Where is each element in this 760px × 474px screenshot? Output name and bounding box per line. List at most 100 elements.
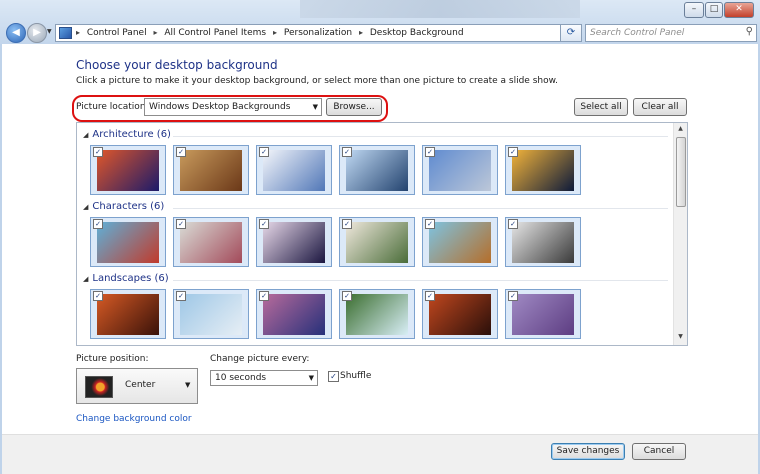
thumbnail-checkbox[interactable]: ✓ (425, 291, 435, 301)
wallpaper-thumbnail[interactable]: ✓ (90, 289, 166, 339)
thumbnail-checkbox[interactable]: ✓ (508, 147, 518, 157)
wallpaper-gallery: ◢ Architecture (6) ✓ ✓ ✓ ✓ ✓ ✓ ◢ Characters (6) ✓ ✓… (76, 122, 688, 346)
thumbnail-checkbox[interactable]: ✓ (176, 291, 186, 301)
search-field[interactable]: Search Control Panel ⚲ (585, 24, 757, 42)
picture-position-label: Picture position: (76, 354, 149, 364)
shuffle-checkbox[interactable]: ✓ (328, 371, 339, 382)
wallpaper-image (263, 222, 325, 263)
wallpaper-thumbnail[interactable]: ✓ (256, 145, 332, 195)
wallpaper-thumbnail[interactable]: ✓ (339, 217, 415, 267)
picture-location-label: Picture location: (76, 102, 149, 112)
chevron-down-icon: ▼ (312, 103, 318, 111)
thumbnail-checkbox[interactable]: ✓ (93, 219, 103, 229)
picture-location-select[interactable]: Windows Desktop Backgrounds ▼ (144, 98, 322, 116)
wallpaper-thumbnail[interactable]: ✓ (339, 289, 415, 339)
close-button[interactable]: ✕ (724, 2, 754, 18)
thumbnail-checkbox[interactable]: ✓ (342, 219, 352, 229)
refresh-icon[interactable]: ⟳ (560, 24, 582, 42)
recent-pages-icon[interactable]: ▼ (47, 28, 52, 35)
save-changes-button[interactable]: Save changes (551, 443, 625, 460)
thumbnail-checkbox[interactable]: ✓ (93, 147, 103, 157)
picture-position-value: Center (125, 380, 156, 390)
chevron-down-icon: ▼ (308, 374, 314, 382)
wallpaper-thumbnail[interactable]: ✓ (256, 289, 332, 339)
address-bar[interactable]: ▸ Control Panel ▸ All Control Panel Item… (55, 24, 577, 42)
group-header[interactable]: ◢ Characters (6) (83, 201, 164, 212)
breadcrumb-control-panel[interactable]: Control Panel (87, 28, 147, 38)
wallpaper-thumbnail[interactable]: ✓ (173, 217, 249, 267)
select-all-button[interactable]: Select all (574, 98, 628, 116)
search-placeholder: Search Control Panel (590, 28, 685, 38)
forward-button[interactable]: ▶ (27, 23, 47, 43)
change-interval-label: Change picture every: (210, 354, 310, 364)
wallpaper-image (180, 222, 242, 263)
group-label: Landscapes (6) (92, 273, 169, 284)
thumbnail-checkbox[interactable]: ✓ (425, 219, 435, 229)
breadcrumb: ▸ Control Panel ▸ All Control Panel Item… (76, 28, 464, 38)
wallpaper-thumbnail[interactable]: ✓ (173, 289, 249, 339)
wallpaper-image (429, 222, 491, 263)
picture-position-select[interactable]: Center ▼ (76, 368, 198, 404)
cancel-button[interactable]: Cancel (632, 443, 686, 460)
thumbnail-checkbox[interactable]: ✓ (93, 291, 103, 301)
wallpaper-image (346, 294, 408, 335)
change-interval-select[interactable]: 10 seconds ▼ (210, 370, 318, 386)
group-divider (173, 136, 668, 137)
wallpaper-image (97, 294, 159, 335)
group-divider (173, 280, 668, 281)
wallpaper-image (512, 294, 574, 335)
scroll-up-icon[interactable]: ▲ (674, 125, 687, 132)
breadcrumb-all-items[interactable]: All Control Panel Items (164, 28, 266, 38)
wallpaper-thumbnail[interactable]: ✓ (422, 289, 498, 339)
window-chrome: – □ ✕ ◀ ▶ ▼ ▸ Control Panel ▸ All Contro… (0, 0, 760, 44)
wallpaper-thumbnail[interactable]: ✓ (90, 217, 166, 267)
wallpaper-thumbnail[interactable]: ✓ (505, 145, 581, 195)
back-button[interactable]: ◀ (6, 23, 26, 43)
wallpaper-image (429, 150, 491, 191)
thumbnail-checkbox[interactable]: ✓ (508, 219, 518, 229)
breadcrumb-personalization[interactable]: Personalization (284, 28, 352, 38)
scroll-down-icon[interactable]: ▼ (674, 333, 687, 340)
collapse-icon[interactable]: ◢ (83, 275, 88, 283)
thumbnail-checkbox[interactable]: ✓ (342, 291, 352, 301)
group-header[interactable]: ◢ Landscapes (6) (83, 273, 169, 284)
thumbnail-checkbox[interactable]: ✓ (176, 147, 186, 157)
browse-button[interactable]: Browse... (326, 98, 382, 116)
title-bar-blur (300, 0, 580, 18)
search-icon[interactable]: ⚲ (746, 26, 753, 37)
thumbnail-checkbox[interactable]: ✓ (342, 147, 352, 157)
scrollbar-thumb[interactable] (676, 137, 686, 207)
content-pane: Choose your desktop background Click a p… (2, 44, 758, 434)
thumbnail-checkbox[interactable]: ✓ (176, 219, 186, 229)
group-label: Architecture (6) (92, 129, 171, 140)
clear-all-button[interactable]: Clear all (633, 98, 687, 116)
wallpaper-thumbnail[interactable]: ✓ (256, 217, 332, 267)
wallpaper-thumbnail[interactable]: ✓ (90, 145, 166, 195)
wallpaper-image (180, 294, 242, 335)
group-header[interactable]: ◢ Architecture (6) (83, 129, 171, 140)
thumbnail-checkbox[interactable]: ✓ (508, 291, 518, 301)
wallpaper-thumbnail[interactable]: ✓ (505, 289, 581, 339)
maximize-button[interactable]: □ (705, 2, 723, 18)
wallpaper-thumbnail[interactable]: ✓ (505, 217, 581, 267)
thumbnail-checkbox[interactable]: ✓ (425, 147, 435, 157)
collapse-icon[interactable]: ◢ (83, 203, 88, 211)
change-background-color-link[interactable]: Change background color (76, 414, 192, 424)
wallpaper-thumbnail[interactable]: ✓ (173, 145, 249, 195)
wallpaper-image (512, 150, 574, 191)
breadcrumb-desktop-background[interactable]: Desktop Background (370, 28, 464, 38)
control-panel-icon (59, 27, 72, 39)
shuffle-label[interactable]: Shuffle (340, 371, 371, 381)
wallpaper-image (429, 294, 491, 335)
wallpaper-image (512, 222, 574, 263)
thumbnail-checkbox[interactable]: ✓ (259, 219, 269, 229)
gallery-scrollbar[interactable]: ▲ ▼ (673, 123, 687, 345)
wallpaper-thumbnail[interactable]: ✓ (422, 145, 498, 195)
thumbnail-checkbox[interactable]: ✓ (259, 291, 269, 301)
thumbnail-checkbox[interactable]: ✓ (259, 147, 269, 157)
wallpaper-thumbnail[interactable]: ✓ (339, 145, 415, 195)
wallpaper-thumbnail[interactable]: ✓ (422, 217, 498, 267)
wallpaper-image (97, 222, 159, 263)
minimize-button[interactable]: – (684, 2, 704, 18)
collapse-icon[interactable]: ◢ (83, 131, 88, 139)
